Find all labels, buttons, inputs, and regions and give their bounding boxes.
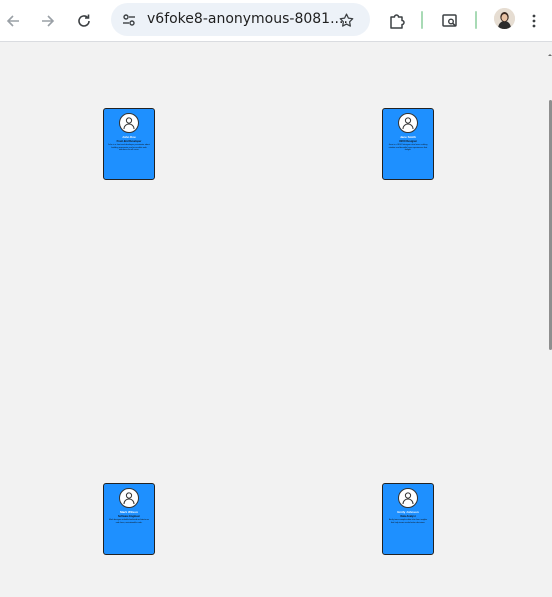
card-bio: Jane is a UI/UX designer who loves craft… xyxy=(388,144,428,152)
forward-button[interactable] xyxy=(35,8,61,34)
card-bio: John is a front-end developer passionate… xyxy=(108,144,150,152)
forward-arrow-icon xyxy=(40,13,56,29)
card-role: Data Analyst xyxy=(400,515,416,518)
profile-card[interactable]: Jane Smith UI/UX Designer Jane is a UI/U… xyxy=(382,108,434,180)
profile-card[interactable]: Mark Wilson Software Engineer Mark desig… xyxy=(103,483,155,555)
card-name: Emily Johnson xyxy=(397,510,419,514)
url-text[interactable]: v6foke8-anonymous-8081.... xyxy=(147,11,348,27)
menu-button[interactable] xyxy=(521,8,547,34)
profile-avatar[interactable] xyxy=(494,8,515,29)
scroll-up-icon[interactable] xyxy=(548,44,552,56)
user-icon xyxy=(398,113,418,133)
kebab-menu-icon xyxy=(526,13,542,29)
card-name: Mark Wilson xyxy=(120,510,138,514)
tune-icon[interactable] xyxy=(119,10,139,30)
toolbar-separator xyxy=(421,11,423,29)
back-arrow-icon xyxy=(5,13,21,29)
card-bio: Emily turns complex data into clear insi… xyxy=(388,519,428,524)
user-icon xyxy=(119,113,139,133)
extensions-button[interactable] xyxy=(384,8,410,34)
star-icon[interactable] xyxy=(336,10,356,30)
puzzle-icon xyxy=(388,12,406,30)
lens-button[interactable] xyxy=(437,8,463,34)
address-bar[interactable]: v6foke8-anonymous-8081.... xyxy=(111,3,370,36)
reload-icon xyxy=(76,13,92,29)
back-button[interactable] xyxy=(0,8,26,34)
card-bio: Mark designs scalable backend architectu… xyxy=(109,519,149,524)
card-name: John Doe xyxy=(122,135,136,139)
card-role: Software Engineer xyxy=(118,515,140,518)
scroll-down-icon[interactable] xyxy=(548,590,552,594)
card-role: Front-End Developer xyxy=(116,140,142,143)
card-role: UI/UX Designer xyxy=(398,140,418,143)
profile-card[interactable]: Emily Johnson Data Analyst Emily turns c… xyxy=(382,483,434,555)
user-icon xyxy=(119,488,139,508)
reload-button[interactable] xyxy=(71,8,97,34)
search-in-page-icon xyxy=(441,12,459,30)
profile-card[interactable]: John Doe Front-End Developer John is a f… xyxy=(103,108,155,180)
page-content xyxy=(0,42,552,597)
card-name: Jane Smith xyxy=(399,135,416,139)
browser-toolbar: v6foke8-anonymous-8081.... xyxy=(0,0,552,42)
user-icon xyxy=(398,488,418,508)
toolbar-separator xyxy=(475,11,477,29)
